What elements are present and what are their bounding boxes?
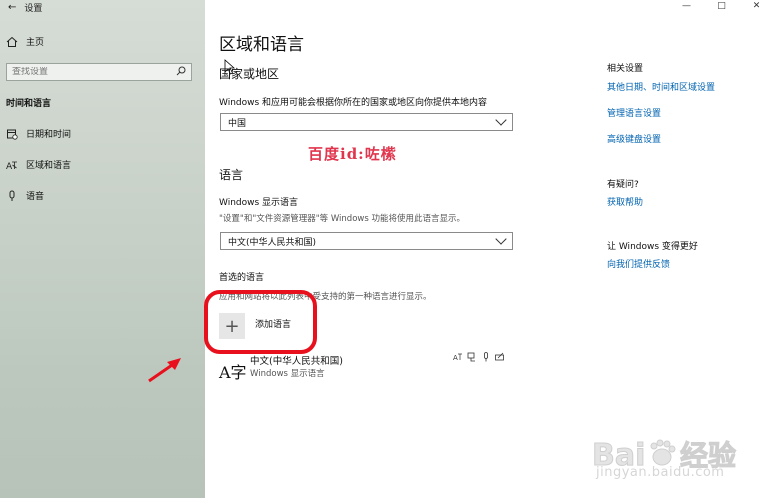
language-name: 中文(中华人民共和国) [250,356,343,367]
minimize-button[interactable]: — [669,0,704,12]
sidebar-item-label: 区域和语言 [26,161,72,171]
sidebar-item-label: 语音 [26,192,45,202]
language-icon: A字 [219,363,247,382]
question-heading: 有疑问? [607,180,639,190]
search-field[interactable] [6,63,192,81]
svg-text:A: A [6,162,13,171]
window-controls: — □ ✕ [669,0,774,12]
baidu-url: jingyan.baidu.com [596,465,725,480]
other-date-time-region-link[interactable]: 其他日期、时间和区域设置 [607,80,715,93]
text-to-speech-feature-icon [467,352,477,365]
microphone-icon [6,190,18,202]
region-dropdown[interactable]: 中国 [220,113,513,131]
home-icon [6,36,18,48]
language-list-item[interactable]: A字 中文(中华人民共和国) Windows 显示语言 A [219,352,519,382]
baidu-logo: Bai 经验 jingyan.baidu.com [590,425,774,498]
title-bar: ← 设置 [8,0,42,14]
sidebar-item-date-time[interactable]: 日期和时间 [6,127,71,140]
language-icon: A [6,159,18,172]
display-language-label: Windows 显示语言 [219,198,299,208]
calendar-clock-icon [6,128,18,140]
search-input[interactable] [12,67,162,77]
sidebar-section-heading: 时间和语言 [6,99,52,109]
handwriting-feature-icon [495,352,505,365]
annotation-arrow [148,358,181,383]
chevron-down-icon [495,233,507,245]
speech-feature-icon [481,352,491,365]
annotation-highlight [204,290,317,354]
preferred-languages-label: 首选的语言 [219,273,265,283]
sidebar: ← 设置 主页 时间和语言 日期和时间 A 区域和语言 语音 [0,0,205,498]
sidebar-item-label: 主页 [26,38,45,48]
language-heading: 语言 [219,168,244,182]
display-language-feature-icon: A [453,352,463,365]
get-help-link[interactable]: 获取帮助 [607,195,643,208]
close-button[interactable]: ✕ [739,0,774,12]
sidebar-item-home[interactable]: 主页 [6,35,44,48]
display-language-description: "设置"和"文件资源管理器"等 Windows 功能将使用此语言显示。 [219,214,465,224]
region-value: 中国 [228,118,247,129]
app-title: 设置 [24,3,43,14]
back-arrow-icon[interactable]: ← [8,2,16,13]
display-language-dropdown[interactable]: 中文(中华人民共和国) [220,232,513,250]
feedback-heading: 让 Windows 变得更好 [607,242,698,252]
sidebar-item-label: 日期和时间 [26,130,72,140]
maximize-button[interactable]: □ [704,0,739,12]
display-language-value: 中文(中华人民共和国) [228,237,317,248]
language-subtitle: Windows 显示语言 [250,369,325,379]
svg-text:A: A [453,354,458,362]
region-description: Windows 和应用可能会根据你所在的国家或地区向你提供本地内容 [219,98,488,108]
give-feedback-link[interactable]: 向我们提供反馈 [607,257,670,270]
page-title: 区域和语言 [219,35,304,55]
chevron-down-icon [495,114,507,126]
related-settings-heading: 相关设置 [607,64,644,74]
region-heading: 国家或地区 [219,67,280,81]
watermark-text: 百度id:咗橴 [308,145,397,163]
advanced-keyboard-settings-link[interactable]: 高级键盘设置 [607,132,661,145]
search-icon[interactable] [176,66,186,79]
sidebar-item-speech[interactable]: 语音 [6,189,44,202]
manage-language-settings-link[interactable]: 管理语言设置 [607,106,661,119]
sidebar-item-region-language[interactable]: A 区域和语言 [6,158,72,172]
